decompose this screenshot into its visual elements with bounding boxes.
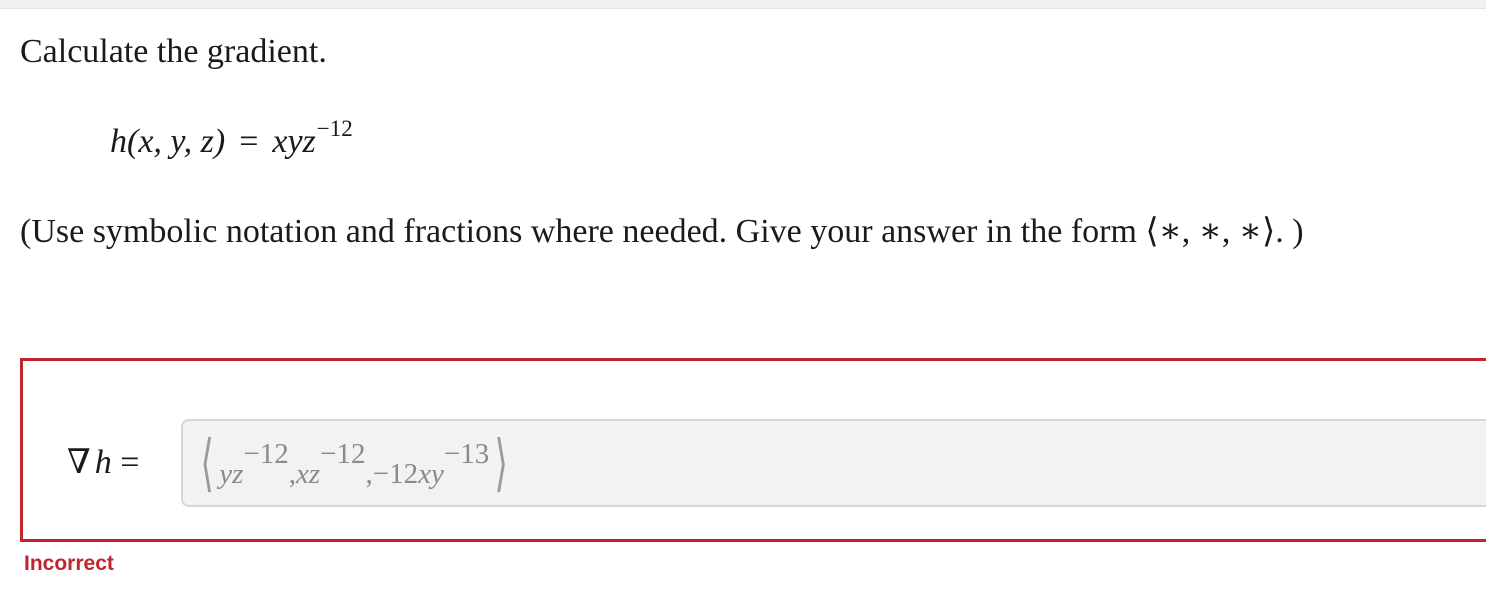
close-angle-bracket: ⟩ bbox=[494, 430, 508, 498]
answer-input[interactable]: ⟨ yz −12, xz −12, −12 xy −13 ⟩ bbox=[181, 419, 1486, 507]
function-args: (x, y, z) bbox=[127, 123, 226, 160]
status-message: Incorrect bbox=[24, 552, 114, 575]
answer-instruction: (Use symbolic notation and fractions whe… bbox=[20, 213, 1304, 250]
top-divider bbox=[0, 0, 1486, 9]
component-separator-2: , bbox=[365, 457, 373, 490]
question-prompt: Calculate the gradient. bbox=[20, 33, 327, 70]
gradient-equals: = bbox=[120, 444, 140, 481]
answer-expression: ⟨ yz −12, xz −12, −12 xy −13 ⟩ bbox=[195, 429, 513, 499]
component-2-base: xz bbox=[295, 457, 321, 490]
answer-container: ∇ h = ⟨ yz −12, xz −12, −12 xy −13 ⟩ bbox=[20, 358, 1486, 542]
component-3-base: xy bbox=[418, 457, 444, 490]
equals-sign: = bbox=[239, 123, 259, 160]
component-2-exponent: −12 bbox=[320, 437, 366, 470]
function-name: h bbox=[110, 123, 127, 160]
component-3-exponent: −13 bbox=[443, 437, 490, 470]
gradient-label: ∇ h = bbox=[67, 443, 139, 483]
nabla-symbol: ∇ bbox=[67, 444, 91, 481]
open-angle-bracket: ⟨ bbox=[200, 430, 214, 498]
component-1-base: yz bbox=[219, 457, 244, 490]
component-1-exponent: −12 bbox=[243, 437, 289, 470]
function-rhs: xyz bbox=[272, 123, 316, 160]
function-equation: h(x, y, z) = xyz−12 bbox=[110, 116, 353, 165]
function-exponent: −12 bbox=[316, 116, 353, 141]
gradient-variable: h bbox=[94, 444, 112, 481]
component-3-coefficient: −12 bbox=[372, 457, 419, 490]
component-separator-1: , bbox=[288, 457, 296, 490]
